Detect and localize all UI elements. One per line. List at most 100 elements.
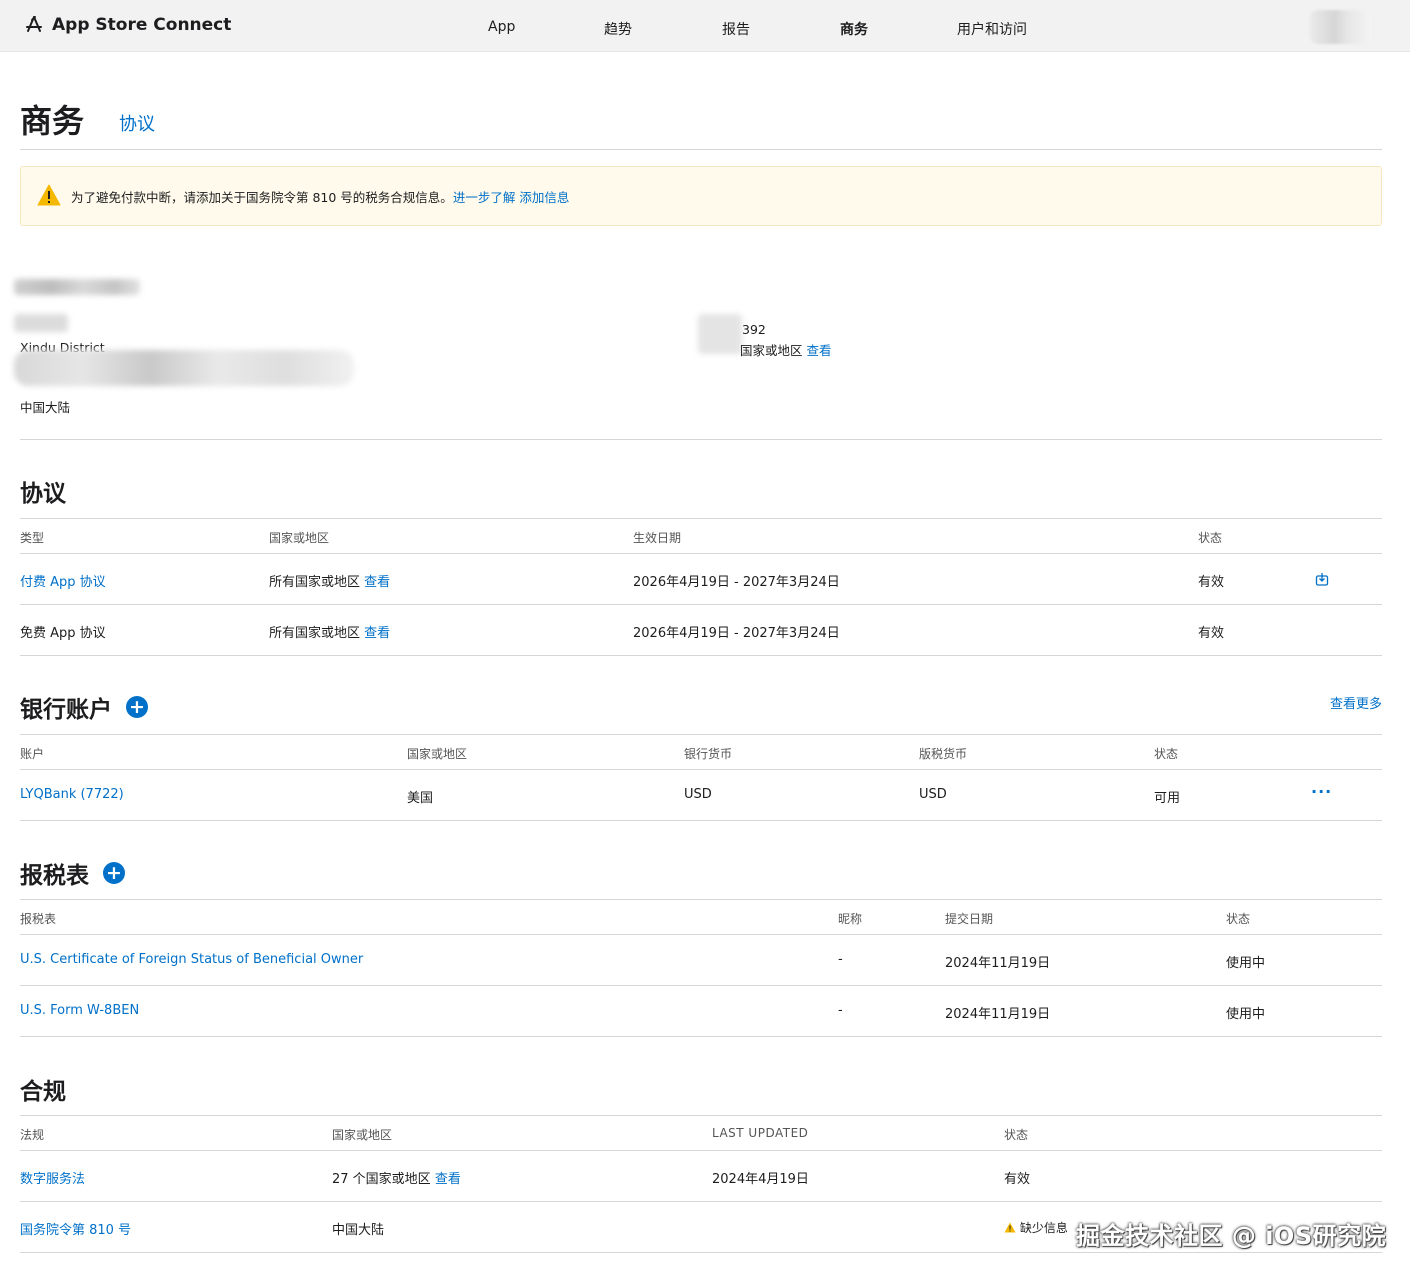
redacted-entity-name xyxy=(14,279,140,295)
bank-status: 可用 xyxy=(1154,791,1181,806)
address-country: 中国大陆 xyxy=(20,400,71,415)
watermark: 掘金技术社区 @ iOS研究院 xyxy=(1076,1222,1387,1250)
free-app-agreement: 免费 App 协议 xyxy=(20,626,106,641)
column-header: 国家或地区 xyxy=(269,531,330,545)
column-header: 生效日期 xyxy=(633,531,682,545)
table-cell: 所有国家或地区 查看 xyxy=(269,622,390,641)
agreement-dates: 2026年4月19日 - 2027年3月24日 xyxy=(633,626,840,641)
tax-section-title: 报税表 + xyxy=(20,856,125,890)
table-cell: 27 个国家或地区 查看 xyxy=(332,1168,461,1187)
region-view-link[interactable]: 查看 xyxy=(364,575,390,590)
tax-date: 2024年11月19日 xyxy=(945,1007,1051,1022)
bank-section-title: 银行账户 + xyxy=(20,690,148,724)
paid-app-agreement-link[interactable]: 付费 App 协议 xyxy=(20,571,106,590)
column-header: LAST UPDATED xyxy=(712,1126,809,1140)
column-header: 状态 xyxy=(1154,747,1179,761)
entity-regions-text: 国家或地区 xyxy=(740,343,803,358)
compliance-status-missing: 缺少信息 xyxy=(1004,1219,1068,1236)
more-options-button[interactable]: ··· xyxy=(1311,782,1332,801)
column-header: 类型 xyxy=(20,531,45,545)
divider xyxy=(20,655,1382,656)
divider xyxy=(20,769,1382,770)
compliance-updated: 2024年4月19日 xyxy=(712,1172,809,1187)
bank-account-link[interactable]: LYQBank (7722) xyxy=(20,787,124,802)
nav-reports[interactable]: 报告 xyxy=(722,19,750,39)
region-text: 27 个国家或地区 xyxy=(332,1172,431,1187)
column-header: 法规 xyxy=(20,1128,45,1142)
redacted-text xyxy=(14,314,68,332)
column-header: 状态 xyxy=(1198,531,1223,545)
divider xyxy=(20,985,1382,986)
download-icon[interactable] xyxy=(1315,572,1329,586)
column-header: 报税表 xyxy=(20,912,57,926)
column-header: 版税货币 xyxy=(919,747,968,761)
divider xyxy=(20,1150,1382,1151)
account-avatar[interactable] xyxy=(1310,10,1372,44)
column-header: 银行货币 xyxy=(684,747,733,761)
tax-form-link[interactable]: U.S. Form W-8BEN xyxy=(20,1003,139,1018)
tax-status: 使用中 xyxy=(1226,956,1266,971)
nav-users-access[interactable]: 用户和访问 xyxy=(957,19,1027,39)
app-store-connect-logo[interactable]: App Store Connect xyxy=(24,15,231,35)
warning-icon xyxy=(37,184,61,206)
entity-regions-view-link[interactable]: 查看 xyxy=(807,343,832,358)
divider xyxy=(20,149,1382,150)
agreements-title: 协议 xyxy=(20,481,66,507)
divider xyxy=(20,439,1382,440)
top-navigation-bar: App Store Connect App 趋势 报告 商务 用户和访问 xyxy=(0,0,1410,52)
agreement-dates: 2026年4月19日 - 2027年3月24日 xyxy=(633,575,840,590)
redacted-address xyxy=(14,350,354,386)
add-tax-form-button[interactable]: + xyxy=(103,862,125,884)
royalty-currency: USD xyxy=(919,787,947,802)
nav-trends[interactable]: 趋势 xyxy=(604,19,632,39)
column-header: 账户 xyxy=(20,747,45,761)
table-cell: 所有国家或地区 查看 xyxy=(269,571,390,590)
compliance-section-title: 合规 xyxy=(20,1072,66,1106)
tax-status: 使用中 xyxy=(1226,1007,1266,1022)
region-text: 所有国家或地区 xyxy=(269,626,361,641)
entity-id-suffix: 392 xyxy=(742,322,766,337)
nav-business[interactable]: 商务 xyxy=(840,19,868,39)
notice-text: 为了避免付款中断，请添加关于国务院令第 810 号的税务合规信息。进一步了解 添… xyxy=(71,187,569,206)
page-title: 商务 xyxy=(20,102,85,140)
divider xyxy=(20,553,1382,554)
state-council-810-link[interactable]: 国务院令第 810 号 xyxy=(20,1219,131,1238)
agreement-status: 有效 xyxy=(1198,626,1225,641)
region-view-link[interactable]: 查看 xyxy=(435,1172,461,1187)
bank-currency: USD xyxy=(684,787,712,802)
compliance-region: 中国大陆 xyxy=(332,1223,385,1238)
app-store-icon xyxy=(26,16,42,32)
nav-app[interactable]: App xyxy=(488,19,515,35)
agreements-subnav-link[interactable]: 协议 xyxy=(119,110,155,136)
divider xyxy=(20,518,1382,519)
add-bank-account-button[interactable]: + xyxy=(126,696,148,718)
divider xyxy=(20,934,1382,935)
tax-form-link[interactable]: U.S. Certificate of Foreign Status of Be… xyxy=(20,952,363,967)
divider xyxy=(20,1201,1382,1202)
divider xyxy=(20,734,1382,735)
column-header: 状态 xyxy=(1226,912,1251,926)
tax-date: 2024年11月19日 xyxy=(945,956,1051,971)
add-info-link[interactable]: 添加信息 xyxy=(519,190,569,205)
tax-nickname: - xyxy=(838,952,843,967)
tax-compliance-notice: 为了避免付款中断，请添加关于国务院令第 810 号的税务合规信息。进一步了解 添… xyxy=(20,166,1382,226)
bank-title: 银行账户 xyxy=(20,697,112,723)
app-title: App Store Connect xyxy=(52,15,232,35)
learn-more-link[interactable]: 进一步了解 xyxy=(453,190,516,205)
warning-icon xyxy=(1004,1222,1016,1233)
see-more-link[interactable]: 查看更多 xyxy=(1330,693,1382,712)
divider xyxy=(20,604,1382,605)
column-header: 国家或地区 xyxy=(407,747,468,761)
compliance-title: 合规 xyxy=(20,1079,66,1105)
entity-regions: 国家或地区 查看 xyxy=(740,340,832,359)
region-text: 所有国家或地区 xyxy=(269,575,361,590)
compliance-status: 有效 xyxy=(1004,1172,1031,1187)
region-view-link[interactable]: 查看 xyxy=(364,626,390,641)
dsa-law-link[interactable]: 数字服务法 xyxy=(20,1168,85,1187)
bank-country: 美国 xyxy=(407,791,434,806)
tax-title: 报税表 xyxy=(20,863,89,889)
redacted-id xyxy=(698,314,742,354)
agreement-status: 有效 xyxy=(1198,575,1225,590)
agreements-section-title: 协议 xyxy=(20,474,66,508)
notice-message: 为了避免付款中断，请添加关于国务院令第 810 号的税务合规信息。 xyxy=(71,190,453,205)
